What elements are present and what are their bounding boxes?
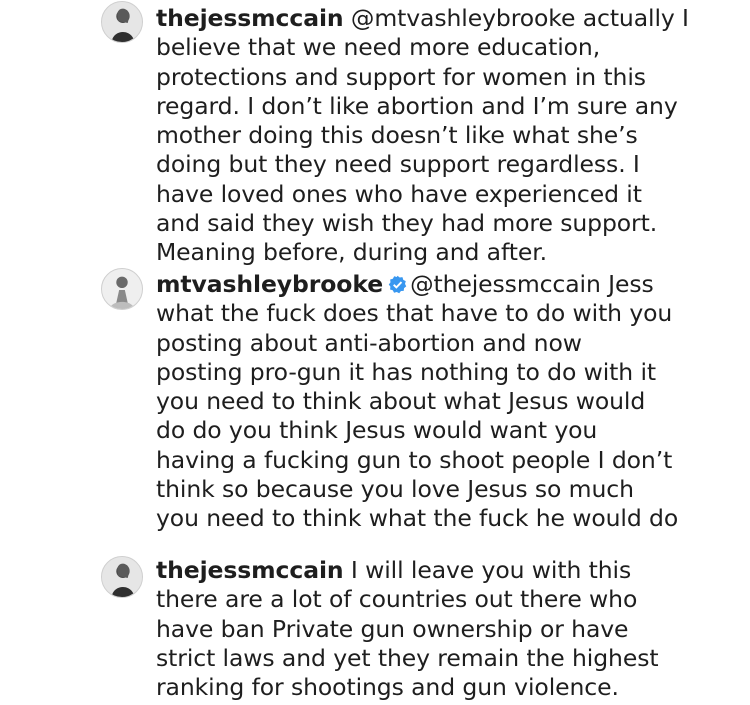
comment-line: and said they wish they had more support… <box>156 209 658 238</box>
avatar[interactable] <box>101 556 143 598</box>
comment-line: what the fuck does that have to do with … <box>156 299 673 328</box>
comment-line: regard. I don’t like abortion and I’m su… <box>156 91 678 120</box>
verified-badge-icon <box>388 275 407 294</box>
profile-photo-icon <box>102 557 142 597</box>
comment-text: mtvashleybrooke @thejessmccain Jess what … <box>156 270 746 534</box>
comment-username[interactable]: thejessmccain <box>156 556 344 584</box>
comment-line: @thejessmccain Jess <box>410 270 654 298</box>
comment-line: think so because you love Jesus so much <box>156 475 634 504</box>
comment-line: do do you think Jesus would want you <box>156 416 598 445</box>
comment-line: Meaning before, during and after. <box>156 238 547 267</box>
avatar[interactable] <box>101 1 143 43</box>
comment-line: protections and support for women in thi… <box>156 62 646 91</box>
comment-line: mother doing this doesn’t like what she’… <box>156 121 638 150</box>
comment-line: I will leave you with this <box>343 556 632 584</box>
comment-text: thejessmccain @mtvashleybrooke actually … <box>156 4 746 268</box>
avatar[interactable] <box>101 268 143 310</box>
comment-line: having a fucking gun to shoot people I d… <box>156 445 673 474</box>
comment-username[interactable]: mtvashleybrooke <box>156 270 383 298</box>
comment-line: ranking for shootings and gun violence. <box>156 673 619 702</box>
profile-photo-icon <box>102 269 142 309</box>
comment-line: you need to think about what Jesus would <box>156 387 646 416</box>
comment-line: posting pro-gun it has nothing to do wit… <box>156 357 657 386</box>
comment-line: believe that we need more education, <box>156 33 601 62</box>
comment-line: @mtvashleybrooke actually I <box>343 4 689 32</box>
comment-line: doing but they need support regardless. … <box>156 150 640 179</box>
comment-line: you need to think what the fuck he would… <box>156 504 679 533</box>
profile-photo-icon <box>102 2 142 42</box>
comment-line: there are a lot of countries out there w… <box>156 585 638 614</box>
comment-line: have ban Private gun ownership or have <box>156 614 629 643</box>
comment-username[interactable]: thejessmccain <box>156 4 344 32</box>
comment-line: have loved ones who have experienced it <box>156 179 642 208</box>
comment-line: posting about anti-abortion and now <box>156 328 582 357</box>
comment-line: strict laws and yet they remain the high… <box>156 643 659 672</box>
comment-text: thejessmccain I will leave you with this… <box>156 556 746 702</box>
